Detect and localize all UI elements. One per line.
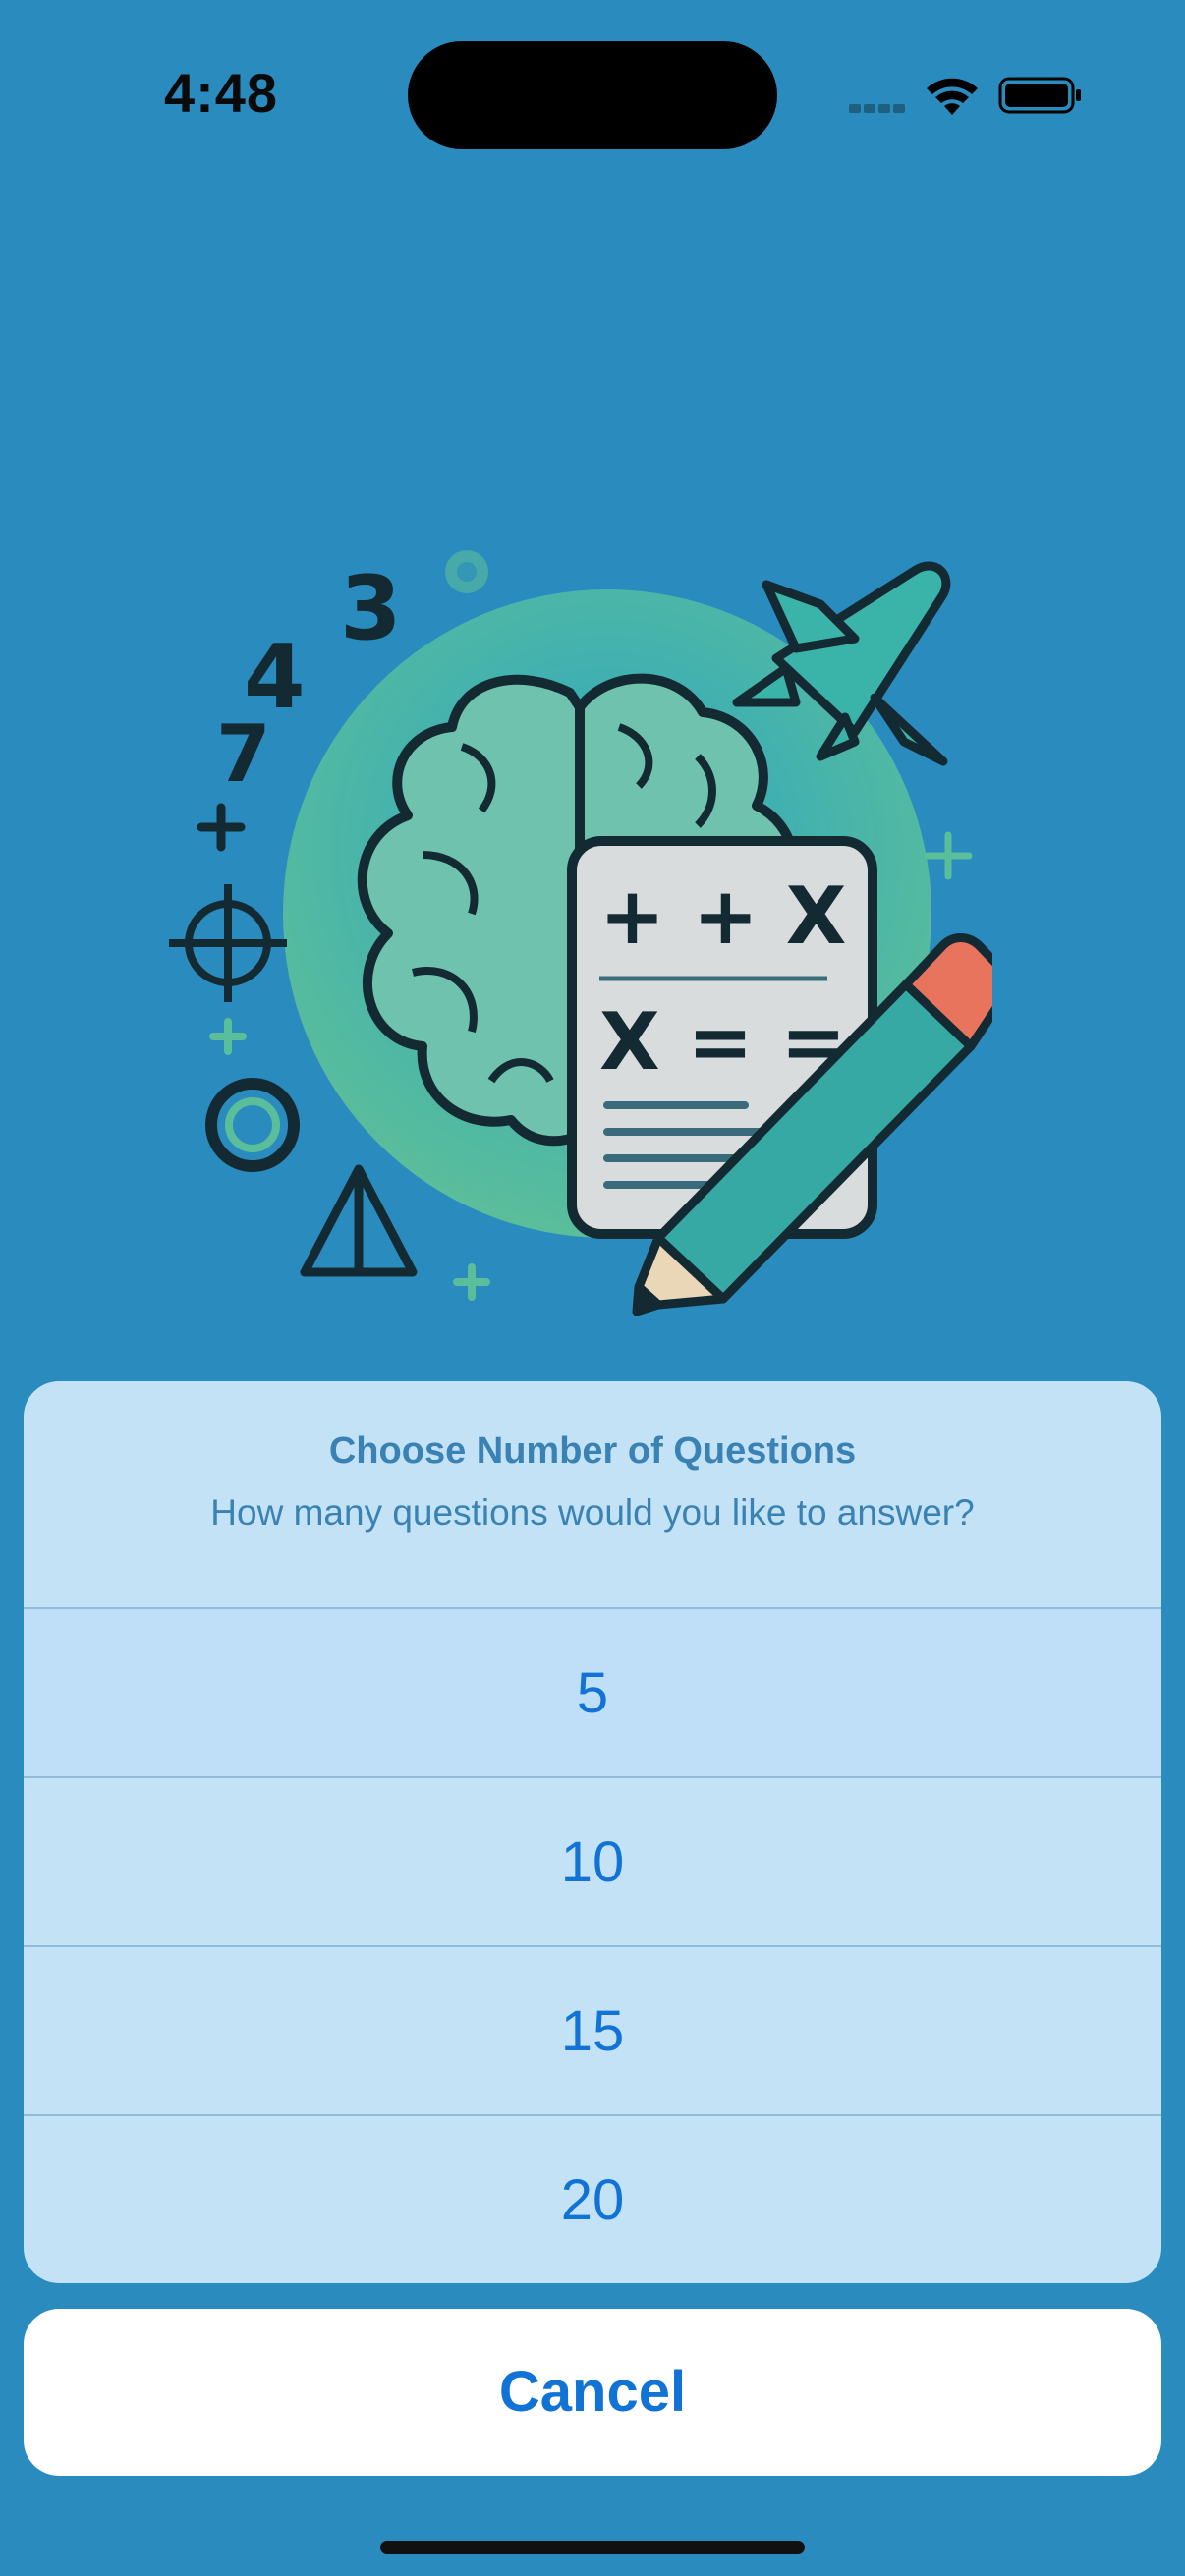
triangle-icon	[300, 1164, 418, 1277]
battery-icon	[998, 77, 1081, 114]
math-line: X = =	[599, 996, 846, 1088]
decorative-dot	[457, 562, 477, 582]
option-20-button[interactable]: 20	[24, 2116, 1161, 2283]
number-glyph: 7	[216, 708, 271, 800]
action-sheet-title: Choose Number of Questions	[328, 1430, 857, 1472]
option-15-button[interactable]: 15	[24, 1947, 1161, 2116]
action-sheet-header: Choose Number of Questions How many ques…	[24, 1381, 1161, 1609]
plus-icon	[453, 1263, 490, 1301]
dynamic-island	[408, 41, 777, 149]
cancel-button[interactable]: Cancel	[24, 2309, 1161, 2476]
math-line: + + X	[599, 870, 846, 962]
wifi-icon	[927, 78, 978, 115]
ring-icon	[205, 1078, 300, 1172]
action-sheet: Choose Number of Questions How many ques…	[24, 1381, 1161, 2283]
home-indicator[interactable]	[380, 2541, 805, 2554]
number-glyph: 3	[340, 557, 402, 660]
brain-math-illustration: 3 4 7 + + X X = =	[169, 550, 992, 1316]
plus-icon	[924, 831, 973, 880]
action-sheet-message: How many questions would you like to ans…	[210, 1492, 975, 1533]
status-time: 4:48	[163, 62, 279, 124]
plus-icon	[197, 803, 246, 852]
crosshair-icon	[169, 884, 287, 1002]
option-5-button[interactable]: 5	[24, 1609, 1161, 1778]
plus-icon	[209, 1018, 247, 1055]
option-10-button[interactable]: 10	[24, 1778, 1161, 1947]
signal-icon	[849, 104, 905, 113]
status-bar: 4:48	[0, 0, 1185, 187]
